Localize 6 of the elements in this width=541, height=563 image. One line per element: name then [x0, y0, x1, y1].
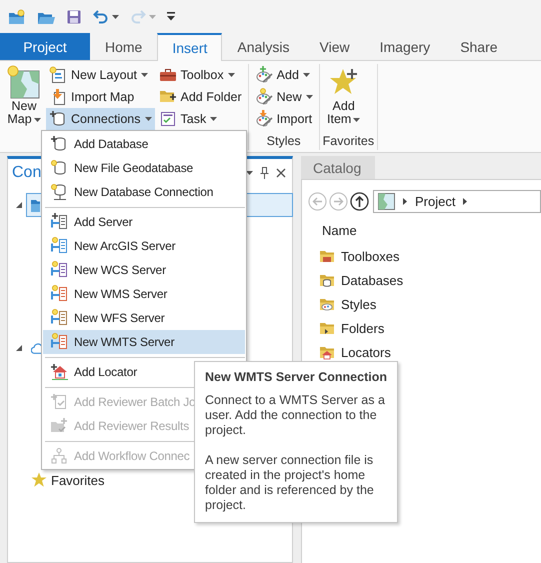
pane-title: Con — [12, 164, 42, 182]
tooltip-text: Connect to a WMTS Server as a user. Add the connection to the project. — [205, 393, 386, 438]
group-label: Favorites — [322, 133, 374, 150]
tooltip-text: A new server connection file is created in the project's home folder and is referenced by the project. — [205, 453, 375, 513]
tooltip-title: New WMTS Server Connection — [205, 370, 387, 384]
group-label: Styles — [266, 133, 302, 150]
